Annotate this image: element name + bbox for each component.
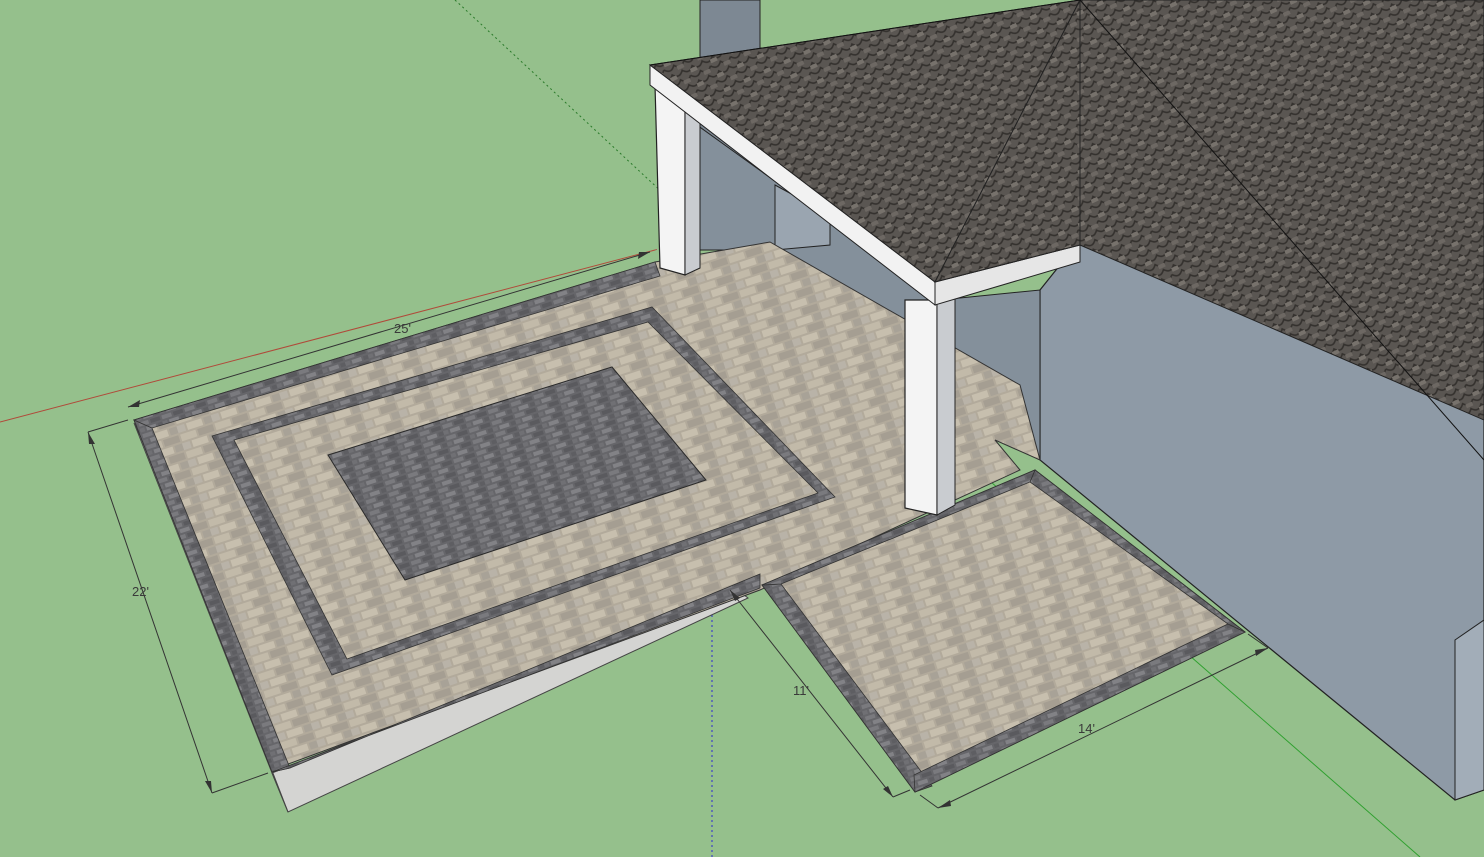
house-wall-end bbox=[1454, 619, 1484, 801]
dimension-label-22: 22' bbox=[132, 584, 149, 599]
post-left[interactable] bbox=[654, 84, 686, 276]
dimension-label-14: 14' bbox=[1078, 721, 1095, 736]
post-right[interactable] bbox=[904, 299, 938, 516]
sketchup-viewport[interactable]: 25' 22' 11' 14' bbox=[0, 0, 1484, 857]
post-right-side bbox=[936, 294, 956, 516]
dimension-label-11: 11' bbox=[793, 683, 809, 698]
dimension-label-25: 25' bbox=[394, 321, 411, 336]
